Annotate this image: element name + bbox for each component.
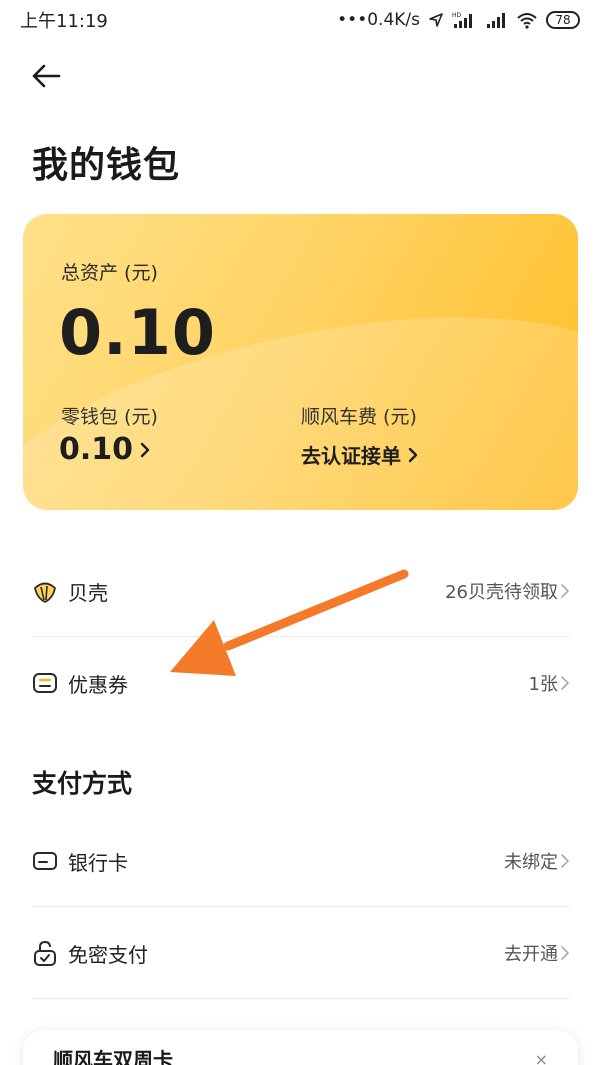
coupon-icon: [33, 673, 57, 693]
wallet-card: 总资产 (元) 0.10 零钱包 (元) 0.10 顺风车费 (元) 去认证接单: [23, 214, 578, 510]
divider: [32, 906, 570, 907]
promo-title: 顺风车双周卡: [53, 1048, 173, 1065]
network-speed: •••0.4K/s: [337, 10, 420, 30]
status-icons: •••0.4K/s HD 78: [337, 10, 580, 30]
chevron-right-icon: [561, 676, 569, 690]
chevron-right-icon: [561, 584, 569, 598]
signal-hd-icon: HD: [452, 12, 472, 28]
total-assets-label: 总资产 (元): [61, 262, 158, 284]
bank-card-icon: [33, 852, 57, 870]
password-free-row[interactable]: 免密支付 去开通: [32, 908, 570, 998]
status-time: 上午11:19: [20, 11, 108, 32]
change-wallet-label: 零钱包 (元): [61, 406, 158, 428]
lock-icon: [34, 940, 56, 966]
coupon-value: 1张: [528, 674, 558, 695]
coupon-row[interactable]: 优惠券 1张: [32, 638, 570, 728]
divider: [32, 636, 570, 637]
shell-row[interactable]: 贝壳 26贝壳待领取: [32, 546, 570, 636]
verify-driver-link[interactable]: 去认证接单: [301, 440, 419, 469]
chevron-right-icon: [561, 854, 569, 868]
signal-icon: [487, 13, 505, 28]
chevron-right-icon: [561, 946, 569, 960]
verify-driver-text: 去认证接单: [301, 444, 401, 468]
wifi-icon: [517, 13, 537, 29]
bank-card-value: 未绑定: [504, 852, 558, 873]
location-icon: [429, 13, 443, 27]
chevron-right-icon: [408, 447, 418, 462]
svg-text:HD: HD: [452, 12, 462, 19]
chevron-right-icon: [140, 442, 150, 457]
payment-section-title: 支付方式: [32, 769, 133, 798]
back-button[interactable]: [28, 58, 64, 94]
total-assets-value: 0.10: [59, 296, 216, 369]
promo-card[interactable]: 顺风车双周卡 ×: [23, 1030, 578, 1065]
change-wallet-link[interactable]: 0.10: [59, 432, 151, 467]
shell-value: 26贝壳待领取: [445, 582, 558, 603]
shell-icon: [34, 582, 56, 603]
page-title: 我的钱包: [32, 145, 181, 186]
close-icon[interactable]: ×: [535, 1050, 548, 1065]
coupon-label: 优惠券: [68, 672, 128, 697]
battery-icon: 78: [546, 11, 580, 29]
change-wallet-value: 0.10: [59, 432, 134, 467]
arrow-left-icon: [32, 64, 61, 88]
divider: [32, 998, 570, 999]
password-free-label: 免密支付: [68, 942, 148, 967]
shell-label: 贝壳: [68, 580, 108, 605]
bank-card-label: 银行卡: [68, 850, 128, 875]
status-bar: 上午11:19 •••0.4K/s HD 78: [0, 0, 600, 40]
bank-card-row[interactable]: 银行卡 未绑定: [32, 816, 570, 906]
ride-fee-label: 顺风车费 (元): [301, 406, 417, 428]
password-free-value: 去开通: [504, 944, 558, 965]
